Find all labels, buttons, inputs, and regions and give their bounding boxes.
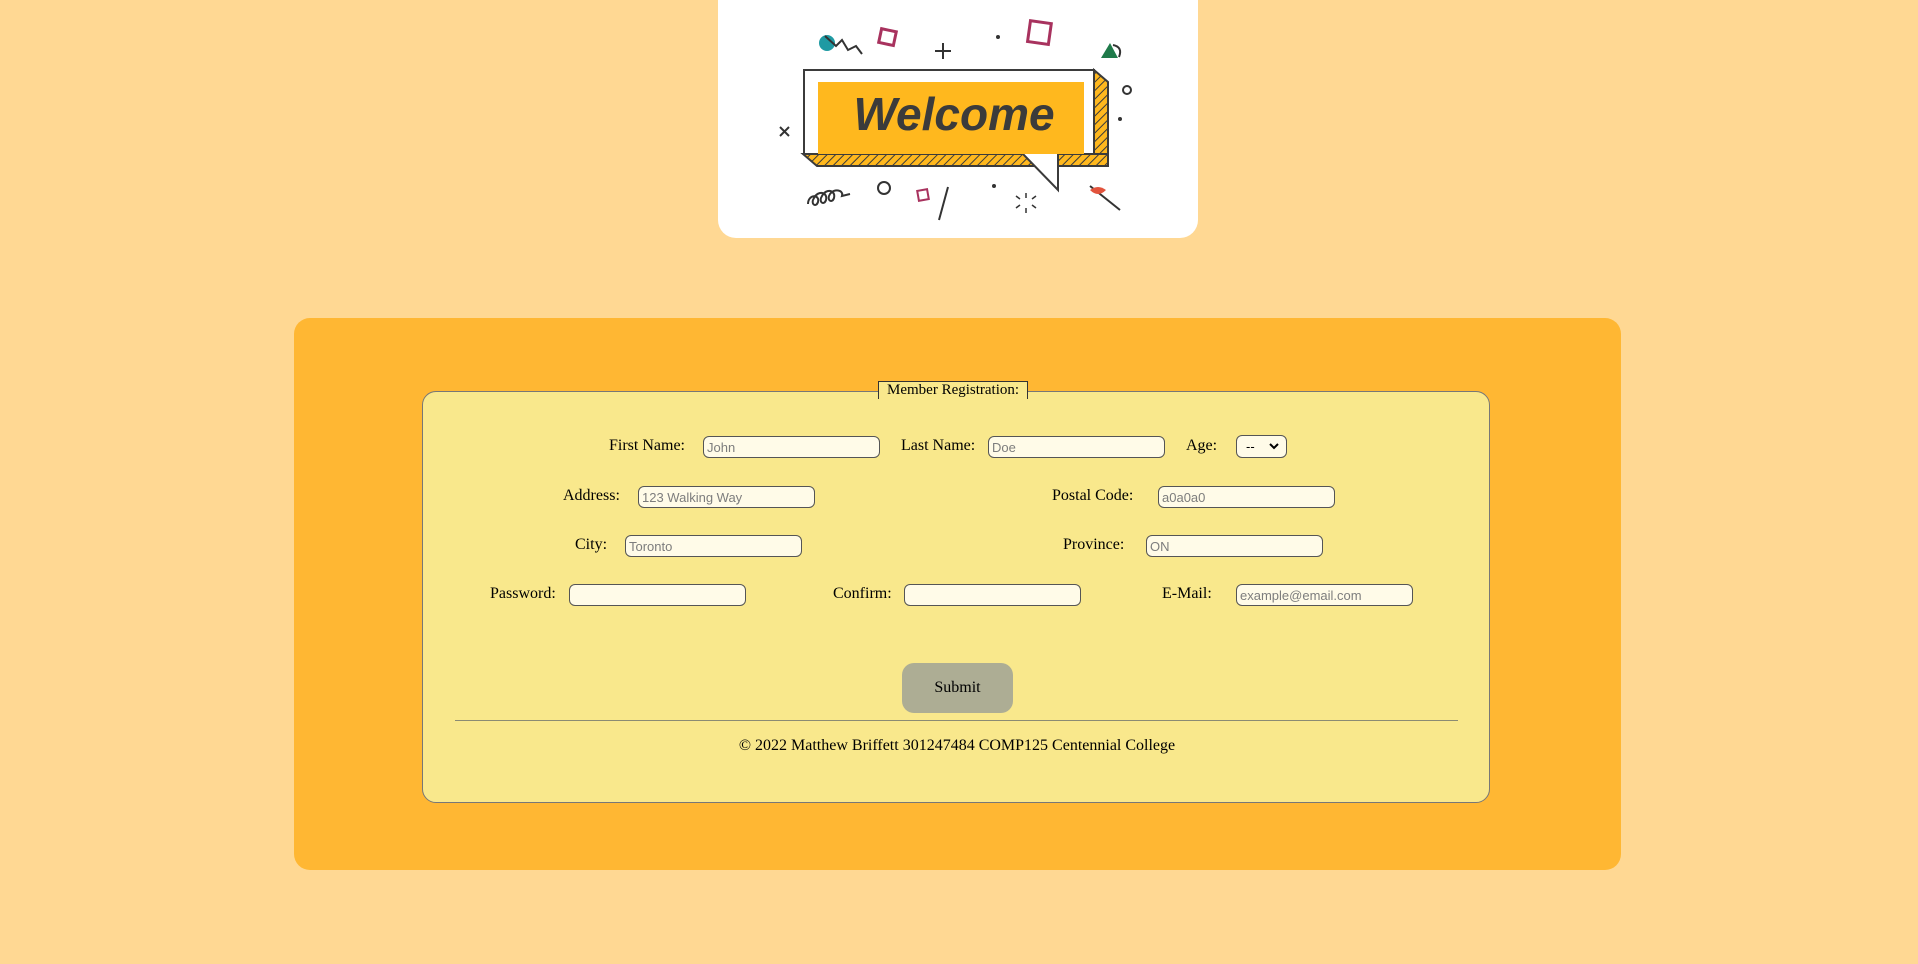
city-input[interactable] — [625, 535, 802, 557]
chevron-down-icon — [1269, 443, 1279, 450]
age-label: Age: — [1186, 437, 1218, 454]
dot-icon — [996, 35, 1000, 39]
square-confetti-icon — [876, 26, 899, 48]
age-select-value: -- — [1246, 439, 1255, 454]
welcome-banner: Welcome — [718, 0, 1198, 238]
registration-panel: Member Registration: First Name: Last Na… — [294, 318, 1621, 870]
copyright-footer: © 2022 Matthew Briffett 301247484 COMP12… — [738, 737, 1176, 754]
confirm-password-input[interactable] — [904, 584, 1081, 606]
plus-icon — [935, 43, 951, 59]
footer-divider — [455, 720, 1458, 721]
email-label: E-Mail: — [1162, 585, 1212, 602]
ring-icon — [1122, 85, 1132, 95]
dot-icon — [992, 184, 996, 188]
age-select[interactable]: -- — [1236, 435, 1287, 458]
bubble-depth — [800, 153, 1109, 167]
sparkle-icon — [1015, 193, 1037, 213]
first-name-input[interactable] — [703, 436, 880, 458]
cross-icon — [779, 126, 790, 137]
submit-button[interactable]: Submit — [902, 663, 1013, 713]
welcome-illustration: Welcome — [779, 19, 1132, 221]
last-name-input[interactable] — [988, 436, 1165, 458]
province-input[interactable] — [1146, 535, 1323, 557]
square-confetti-icon — [1025, 19, 1053, 47]
slash-icon — [938, 186, 949, 221]
postal-code-input[interactable] — [1158, 486, 1335, 508]
first-name-label: First Name: — [609, 437, 685, 454]
confirm-label: Confirm: — [833, 585, 892, 602]
address-label: Address: — [563, 487, 620, 504]
welcome-text: Welcome — [853, 88, 1054, 140]
dot-icon — [1118, 117, 1122, 121]
postal-code-label: Postal Code: — [1052, 487, 1134, 504]
password-input[interactable] — [569, 584, 746, 606]
last-name-label: Last Name: — [901, 437, 976, 454]
address-input[interactable] — [638, 486, 815, 508]
loop-icon — [807, 189, 851, 206]
ring-icon — [877, 181, 891, 195]
square-confetti-icon — [916, 188, 930, 202]
province-label: Province: — [1063, 536, 1125, 553]
registration-fieldset: Member Registration: First Name: Last Na… — [422, 381, 1490, 803]
password-label: Password: — [490, 585, 556, 602]
city-label: City: — [575, 536, 608, 553]
email-input[interactable] — [1236, 584, 1413, 606]
form-legend: Member Registration: — [878, 381, 1029, 399]
